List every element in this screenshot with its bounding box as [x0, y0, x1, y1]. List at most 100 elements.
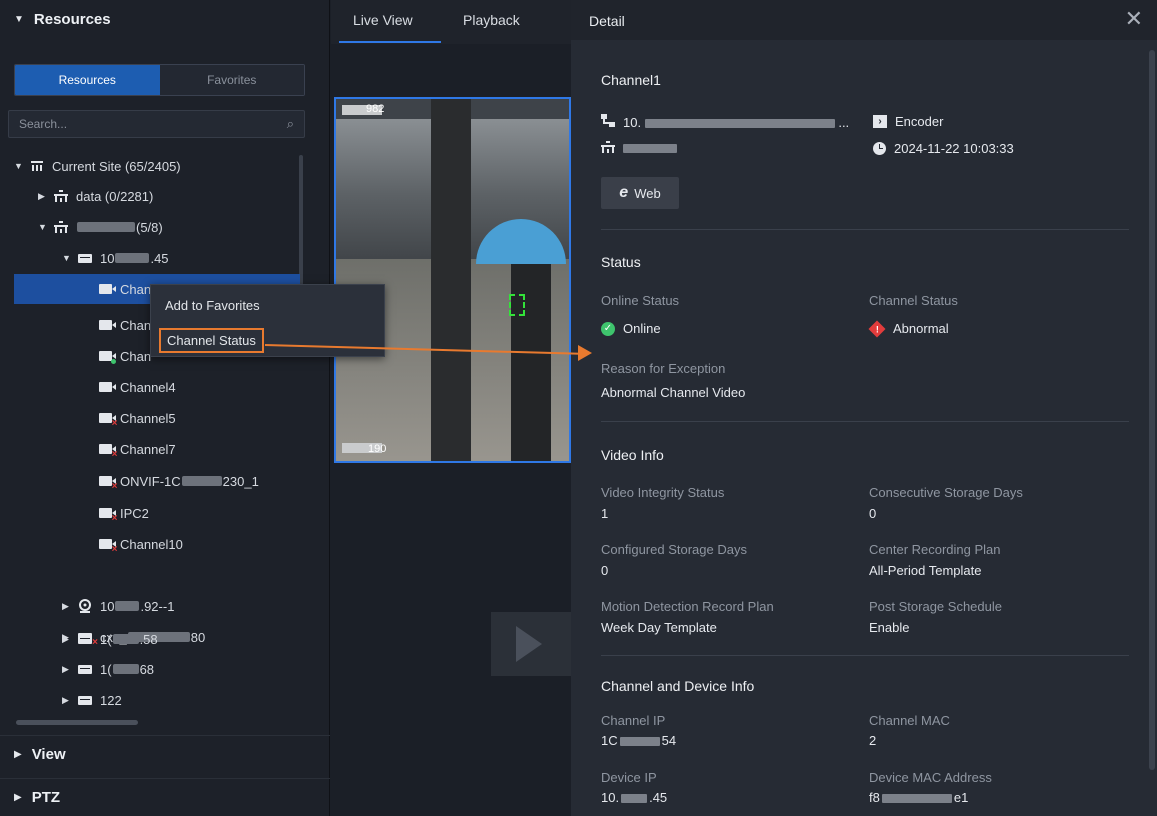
- integrity-label: Video Integrity Status: [601, 485, 725, 500]
- channel-ip-label: Channel IP: [601, 713, 666, 728]
- tree-item-channel7[interactable]: Channel7: [96, 434, 300, 464]
- device-icon: [78, 634, 92, 644]
- annotation-arrow-head: [578, 345, 592, 361]
- online-status-label: Online Status: [601, 293, 680, 308]
- collapse-arrow-icon: ▼: [14, 13, 24, 25]
- play-icon[interactable]: [491, 612, 571, 676]
- tree-item-label: Channel5: [120, 410, 176, 426]
- device-icon: [78, 664, 92, 674]
- expand-arrow-icon: ▶: [14, 749, 22, 760]
- channel-ip-prefix: 1C: [601, 733, 618, 748]
- device-mac-suffix: e1: [953, 790, 969, 805]
- menu-item-add-to-favorites[interactable]: Add to Favorites: [165, 298, 260, 313]
- expand-arrow-icon[interactable]: ▼: [62, 253, 76, 263]
- tree-item-channel4[interactable]: Channel4: [96, 372, 300, 402]
- center-plan-value: All-Period Template: [869, 563, 982, 578]
- tree-item-data[interactable]: ▶ data (0/2281): [38, 181, 300, 211]
- camera-offline-icon: [98, 539, 117, 555]
- osd-top-text: 982: [366, 103, 385, 115]
- motion-plan-label: Motion Detection Record Plan: [601, 599, 774, 614]
- org-row: [601, 141, 677, 156]
- detail-scrollbar[interactable]: [1149, 50, 1155, 770]
- tree-item-site[interactable]: ▼ (5/8): [38, 212, 300, 242]
- cd-info-header: Channel and Device Info: [601, 678, 755, 694]
- tab-favorites[interactable]: Favorites: [159, 65, 304, 95]
- expand-arrow-icon[interactable]: ▶: [38, 191, 52, 202]
- tab-playback[interactable]: Playback: [463, 12, 520, 28]
- org-node-icon: [601, 141, 615, 156]
- menu-item-channel-status[interactable]: Channel Status: [159, 328, 264, 353]
- tree-item-device-68[interactable]: ▶ 1( 68: [62, 654, 300, 684]
- view-section-header[interactable]: ▶ View: [0, 735, 330, 773]
- detail-title: Detail: [589, 13, 625, 29]
- search-icon[interactable]: ⌕: [287, 116, 294, 132]
- device-ip-suffix: .45: [649, 790, 668, 805]
- tree-item-label: data (0/2281): [76, 188, 154, 204]
- timestamp-row: 2024-11-22 10:03:33: [873, 141, 1014, 156]
- tab-live-view[interactable]: Live View: [353, 12, 413, 28]
- status-header: Status: [601, 254, 641, 270]
- expand-arrow-icon[interactable]: ▼: [38, 222, 52, 232]
- ip-suffix: ...: [838, 114, 850, 130]
- camera-icon: [98, 382, 116, 392]
- reason-label: Reason for Exception: [601, 361, 726, 376]
- tree-item-device[interactable]: ▼ 10 .45: [62, 243, 300, 273]
- device-ip-prefix: 10.: [601, 790, 620, 805]
- channel-mac-label: Channel MAC: [869, 713, 950, 728]
- tree-item-channel10[interactable]: Channel10: [96, 529, 300, 559]
- tree-item-label: Chan: [120, 281, 152, 297]
- expand-arrow-icon[interactable]: ▼: [14, 161, 28, 171]
- integrity-value: 1: [601, 506, 609, 521]
- tree-item-label: Channel7: [120, 441, 176, 457]
- onvif-suffix: 230_1: [222, 473, 259, 489]
- consecutive-value: 0: [869, 506, 877, 521]
- tree-item-current-site[interactable]: ▼ Current Site (65/2405): [14, 151, 300, 181]
- resources-section-header[interactable]: ▼ Resources: [0, 0, 330, 38]
- close-icon[interactable]: ✕: [1125, 8, 1143, 30]
- view-title: View: [31, 746, 66, 763]
- channel-status-value: Abnormal: [893, 321, 949, 336]
- node-prefix: 1(: [100, 631, 112, 647]
- expand-arrow-icon: ▶: [14, 792, 22, 803]
- online-status-value: Online: [623, 321, 661, 336]
- channel-ip-row: 10. ...: [601, 114, 849, 130]
- device-ip-value: 10. .45: [601, 790, 667, 805]
- expand-arrow-icon[interactable]: ▶: [62, 695, 76, 706]
- ptz-section-header[interactable]: ▶ PTZ: [0, 778, 330, 816]
- channel-ip-suffix: 54: [661, 733, 677, 748]
- video-scene-pole: [431, 99, 471, 461]
- video-info-header: Video Info: [601, 447, 664, 463]
- device-type: Encoder: [895, 114, 944, 129]
- redacted-text: [621, 794, 648, 804]
- tree-item-onvif[interactable]: ONVIF-1C 230_1: [96, 466, 300, 496]
- camera-online-icon: [98, 351, 116, 364]
- ip-prefix: 10.: [623, 114, 642, 130]
- redacted-text: [115, 253, 150, 263]
- tree-item-label: Chan: [120, 317, 152, 333]
- org-node-icon: [52, 190, 70, 202]
- timestamp: 2024-11-22 10:03:33: [894, 141, 1014, 156]
- expand-arrow-icon[interactable]: ▶: [62, 634, 76, 645]
- video-window[interactable]: 982 190: [334, 97, 571, 463]
- active-tab-underline: [339, 41, 441, 43]
- tree-item-ipc2[interactable]: IPC2: [96, 498, 300, 528]
- node-suffix: .58: [139, 631, 158, 647]
- redacted-text: [112, 664, 139, 674]
- search-input[interactable]: [19, 117, 287, 131]
- device-icon: [78, 253, 92, 263]
- tree-item-channel5[interactable]: Channel5: [96, 403, 300, 433]
- web-button-label: Web: [634, 185, 661, 201]
- check-icon: ✓: [601, 321, 615, 336]
- camera-icon: [98, 320, 116, 330]
- tab-resources[interactable]: Resources: [15, 65, 160, 95]
- channel-name: Channel1: [601, 72, 661, 88]
- divider: [601, 229, 1129, 230]
- resources-title: Resources: [33, 10, 111, 28]
- tree-horizontal-scrollbar[interactable]: [16, 720, 138, 725]
- tree-item-device-122[interactable]: ▶ 122: [62, 685, 300, 715]
- ip-icon: [601, 114, 615, 130]
- expand-arrow-icon[interactable]: ▶: [62, 664, 76, 675]
- web-button[interactable]: e Web: [601, 177, 679, 209]
- redacted-text: [623, 144, 677, 153]
